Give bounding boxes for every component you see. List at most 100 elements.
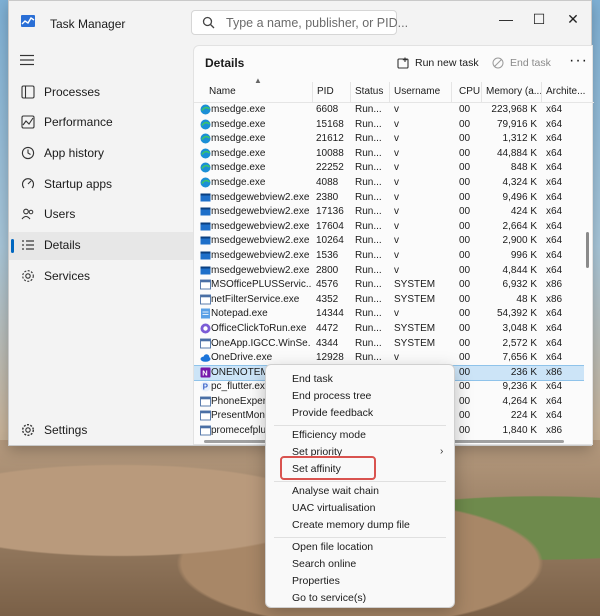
table-row[interactable]: msedge.exe 21612 Run... v 00 1,312 K x64 bbox=[194, 132, 584, 147]
vertical-scrollbar[interactable] bbox=[586, 102, 590, 436]
cell-status: Run... bbox=[355, 308, 382, 320]
cell-user: v bbox=[394, 352, 399, 364]
sidebar-item-users[interactable]: Users bbox=[9, 201, 193, 229]
cell-pid: 17604 bbox=[316, 220, 344, 232]
table-row[interactable]: OneApp.IGCC.WinSe... 4344 Run... SYSTEM 00 2,… bbox=[194, 337, 584, 352]
menu-item-search-online[interactable]: Search online bbox=[292, 558, 356, 570]
cell-arch: x64 bbox=[546, 162, 563, 174]
menu-item-create-memory-dump[interactable]: Create memory dump file bbox=[292, 519, 410, 531]
scroll-thumb[interactable] bbox=[586, 232, 589, 268]
edge-process-icon bbox=[200, 104, 211, 115]
column-header-name[interactable]: Name bbox=[209, 86, 236, 97]
sidebar-item-processes[interactable]: Processes bbox=[9, 79, 193, 107]
minimize-button[interactable]: — bbox=[495, 9, 517, 29]
cell-pid: 21612 bbox=[316, 133, 344, 145]
menu-item-provide-feedback[interactable]: Provide feedback bbox=[292, 407, 373, 419]
menu-divider bbox=[274, 537, 446, 538]
column-divider[interactable] bbox=[312, 82, 313, 102]
table-row[interactable]: msedgewebview2.exe 10264 Run... v 00 2,900 K x… bbox=[194, 234, 584, 249]
gear-icon bbox=[21, 423, 35, 437]
onedrive-process-icon bbox=[200, 352, 211, 363]
menu-item-go-to-services[interactable]: Go to service(s) bbox=[292, 592, 366, 604]
edge-process-icon bbox=[200, 133, 211, 144]
column-header-architecture[interactable]: Archite... bbox=[546, 86, 585, 97]
sidebar-item-settings[interactable]: Settings bbox=[9, 417, 193, 445]
page-title: Details bbox=[205, 56, 245, 70]
sidebar-item-performance[interactable]: Performance bbox=[9, 109, 193, 137]
column-header-cpu[interactable]: CPU bbox=[459, 86, 480, 97]
table-row[interactable]: msedge.exe 10088 Run... v 00 44,884 K x64 bbox=[194, 147, 584, 162]
menu-item-open-file-location[interactable]: Open file location bbox=[292, 541, 373, 553]
cell-arch: x86 bbox=[546, 366, 563, 378]
cell-name: OfficeClickToRun.exe bbox=[211, 322, 307, 334]
cell-arch: x64 bbox=[546, 264, 563, 276]
cell-mem: 79,916 K bbox=[496, 118, 537, 130]
context-menu: End task End process tree Provide feedba… bbox=[265, 364, 455, 608]
close-button[interactable]: ✕ bbox=[562, 9, 584, 29]
maximize-button[interactable]: ☐ bbox=[528, 9, 550, 29]
cell-user: SYSTEM bbox=[394, 337, 436, 349]
search-input[interactable]: Type a name, publisher, or PID... bbox=[191, 10, 408, 35]
menu-item-uac-virtualisation[interactable]: UAC virtualisation bbox=[292, 502, 375, 514]
edge-process-icon bbox=[200, 162, 211, 173]
table-row[interactable]: Notepad.exe 14344 Run... v 00 54,392 K x64 bbox=[194, 307, 584, 322]
highlight-annotation bbox=[280, 456, 376, 480]
cell-pid: 15168 bbox=[316, 118, 344, 130]
table-row[interactable]: msedge.exe 6608 Run... v 00 223,968 K x64 bbox=[194, 103, 584, 118]
cell-pid: 4352 bbox=[316, 293, 339, 305]
cell-name: msedge.exe bbox=[211, 118, 266, 130]
sidebar-item-details[interactable]: Details bbox=[9, 232, 193, 260]
table-row[interactable]: msedge.exe 15168 Run... v 00 79,916 K x64 bbox=[194, 118, 584, 133]
cell-arch: x86 bbox=[546, 425, 563, 437]
table-row[interactable]: msedge.exe 4088 Run... v 00 4,324 K x64 bbox=[194, 176, 584, 191]
table-row[interactable]: netFilterService.exe 4352 Run... SYSTEM 00 48… bbox=[194, 293, 584, 308]
menu-divider bbox=[274, 481, 446, 482]
cell-status: Run... bbox=[355, 104, 382, 115]
cell-arch: x64 bbox=[546, 352, 563, 364]
cell-mem: 44,884 K bbox=[496, 147, 537, 159]
hamburger-menu-icon[interactable] bbox=[20, 54, 34, 66]
end-task-label: End task bbox=[510, 57, 551, 69]
sidebar-item-services[interactable]: Services bbox=[9, 263, 193, 291]
cell-mem: 4,324 K bbox=[502, 176, 537, 188]
column-header-status[interactable]: Status bbox=[355, 86, 383, 97]
sidebar-item-app-history[interactable]: App history bbox=[9, 140, 193, 168]
column-divider[interactable] bbox=[541, 82, 542, 102]
cell-pid: 10088 bbox=[316, 147, 344, 159]
cell-mem: 2,664 K bbox=[502, 220, 537, 232]
cell-cpu: 00 bbox=[459, 293, 471, 305]
cell-pid: 22252 bbox=[316, 162, 344, 174]
cell-name: MSOfficePLUSServic... bbox=[211, 279, 311, 291]
cell-pid: 1536 bbox=[316, 249, 339, 261]
sidebar-item-startup-apps[interactable]: Startup apps bbox=[9, 171, 193, 199]
column-divider[interactable] bbox=[481, 82, 482, 102]
column-divider[interactable] bbox=[350, 82, 351, 102]
menu-item-end-task[interactable]: End task bbox=[292, 373, 333, 385]
column-divider[interactable] bbox=[451, 82, 452, 102]
menu-divider bbox=[274, 425, 446, 426]
column-header-pid[interactable]: PID bbox=[317, 86, 334, 97]
menu-item-properties[interactable]: Properties bbox=[292, 575, 340, 587]
cell-name: msedgewebview2.exe bbox=[211, 235, 310, 247]
table-row[interactable]: MSOfficePLUSServic... 4576 Run... SYSTEM 00 6… bbox=[194, 278, 584, 293]
column-divider[interactable] bbox=[389, 82, 390, 102]
cell-cpu: 00 bbox=[459, 395, 471, 407]
table-row[interactable]: msedgewebview2.exe 2380 Run... v 00 9,496 K x6… bbox=[194, 191, 584, 206]
menu-item-end-process-tree[interactable]: End process tree bbox=[292, 390, 371, 402]
cell-cpu: 00 bbox=[459, 191, 471, 203]
sidebar-item-label: Services bbox=[44, 269, 91, 283]
table-row[interactable]: msedgewebview2.exe 17136 Run... v 00 424 K x64 bbox=[194, 205, 584, 220]
menu-item-analyse-wait-chain[interactable]: Analyse wait chain bbox=[292, 485, 379, 497]
table-row[interactable]: msedgewebview2.exe 17604 Run... v 00 2,664 K x… bbox=[194, 220, 584, 235]
table-row[interactable]: OfficeClickToRun.exe 4472 Run... SYSTEM 00 3,… bbox=[194, 322, 584, 337]
more-options-button[interactable]: ··· bbox=[569, 52, 588, 70]
menu-item-efficiency-mode[interactable]: Efficiency mode bbox=[292, 429, 366, 441]
table-row[interactable]: msedgewebview2.exe 2800 Run... v 00 4,844 K x6… bbox=[194, 264, 584, 279]
column-header-memory[interactable]: Memory (a... bbox=[486, 86, 542, 97]
run-task-icon bbox=[397, 57, 409, 69]
column-header-username[interactable]: Username bbox=[394, 86, 440, 97]
webview-process-icon bbox=[200, 221, 211, 232]
table-row[interactable]: msedge.exe 22252 Run... v 00 848 K x64 bbox=[194, 161, 584, 176]
table-row[interactable]: msedgewebview2.exe 1536 Run... v 00 996 K x64 bbox=[194, 249, 584, 264]
cell-arch: x64 bbox=[546, 249, 563, 261]
